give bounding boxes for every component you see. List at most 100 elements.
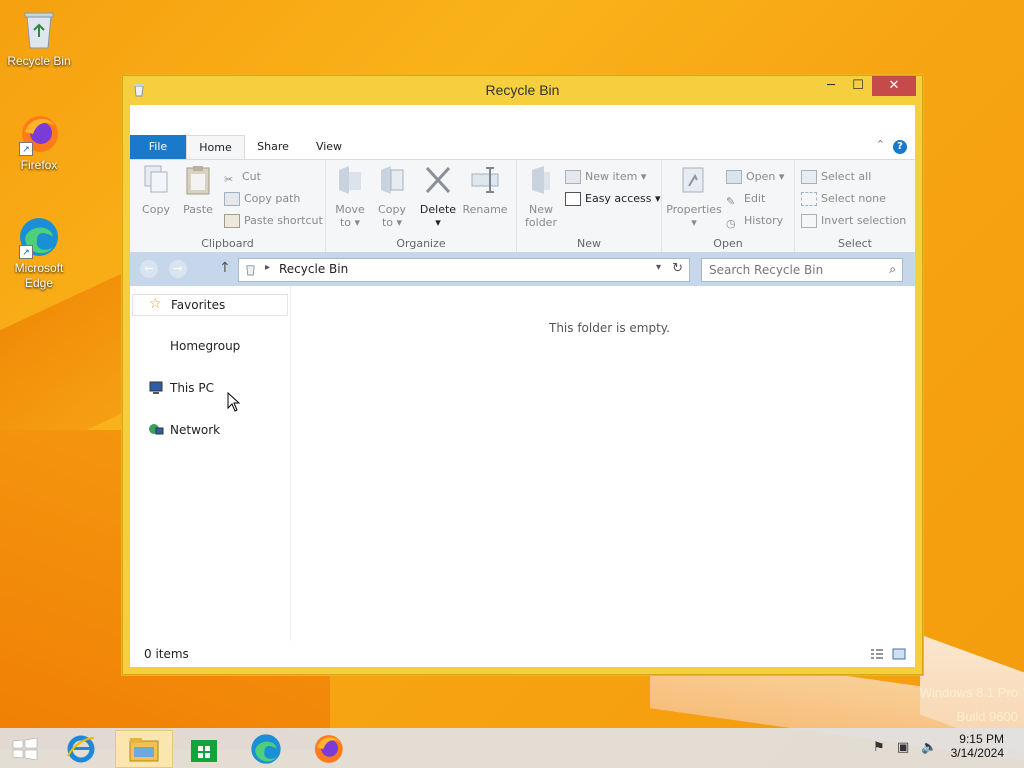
desktop-icon-recycle-bin[interactable]: Recycle Bin [1, 8, 77, 68]
internet-explorer-icon [67, 735, 95, 763]
desktop-icon-label: Firefox [20, 158, 58, 172]
copy-button[interactable]: Copy [136, 164, 176, 216]
edge-icon: ↗ [17, 215, 61, 259]
properties-icon [682, 167, 704, 193]
address-dropdown-icon[interactable]: ▾ [656, 262, 661, 273]
desktop-icon-firefox[interactable]: ↗ Firefox [1, 112, 77, 172]
paste-shortcut-icon [224, 214, 240, 228]
taskbar-edge[interactable] [239, 730, 295, 766]
forward-button[interactable]: → [169, 260, 187, 278]
copy-path-button[interactable]: Copy path [224, 190, 300, 208]
details-view-icon[interactable] [870, 648, 884, 660]
paste-button[interactable]: Paste [178, 164, 218, 216]
tab-view[interactable]: View [304, 135, 354, 159]
address-bar[interactable]: ▸ Recycle Bin ▾ ↻ [238, 258, 690, 282]
desktop-icon-edge[interactable]: ↗ Microsoft Edge [1, 215, 77, 291]
open-icon [726, 170, 742, 184]
breadcrumb[interactable]: Recycle Bin [279, 262, 348, 276]
open-button[interactable]: Open ▾ [726, 168, 784, 186]
paste-shortcut-button[interactable]: Paste shortcut [224, 212, 323, 230]
group-label-open: Open [713, 237, 743, 250]
invert-selection-icon [801, 214, 817, 228]
back-button[interactable]: ← [140, 260, 158, 278]
status-bar: 0 items [130, 641, 915, 667]
select-none-icon [801, 192, 817, 206]
properties-button[interactable]: Properties ▾ [666, 164, 722, 229]
tab-share[interactable]: Share [248, 135, 298, 159]
title-bar[interactable]: Recycle Bin ─ ☐ ✕ [123, 76, 922, 104]
nav-item-this-pc[interactable]: This PC [132, 378, 286, 398]
easy-access-button[interactable]: Easy access ▾ [565, 190, 661, 208]
firefox-icon: ↗ [17, 112, 61, 156]
close-button[interactable]: ✕ [872, 76, 916, 96]
firefox-icon [314, 735, 343, 763]
clock-time: 9:15 PM [959, 732, 1004, 746]
up-button[interactable]: ↑ [219, 260, 231, 276]
nav-item-homegroup[interactable]: Homegroup [132, 336, 286, 356]
tab-file[interactable]: File [130, 135, 186, 159]
address-bar-row: ← → ↑ ▸ Recycle Bin ▾ ↻ Search Recycle B… [130, 252, 915, 286]
group-label-clipboard: Clipboard [201, 237, 254, 250]
taskbar-file-explorer[interactable] [115, 730, 173, 768]
cut-button[interactable]: ✂ Cut [224, 168, 261, 186]
easy-access-icon [565, 192, 581, 206]
nav-item-favorites[interactable]: ☆ Favorites [132, 294, 288, 316]
action-center-flag-icon[interactable]: ⚑ [873, 740, 889, 756]
select-all-icon [801, 170, 817, 184]
recycle-bin-icon [17, 8, 61, 52]
ribbon-group-new: New folder New item ▾ Easy access ▾ New [517, 160, 662, 252]
recycle-bin-icon [246, 265, 255, 276]
rename-button[interactable]: Rename [460, 164, 510, 216]
taskbar: ⚑ ▣ 🔈 9:15 PM 3/14/2024 [0, 728, 1024, 768]
window-client: File Home Share View ⌃ ? Copy Paste ✂ Cu… [130, 105, 915, 667]
volume-muted-icon[interactable]: 🔈 [921, 740, 937, 756]
new-folder-button[interactable]: New folder [521, 164, 561, 229]
copy-path-icon [224, 192, 240, 206]
move-to-icon [339, 166, 361, 194]
breadcrumb-chevron-icon[interactable]: ▸ [265, 262, 270, 273]
search-icon[interactable]: ⌕ [889, 262, 896, 277]
move-to-button[interactable]: Move to ▾ [330, 164, 370, 229]
system-clock[interactable]: 9:15 PM 3/14/2024 [951, 732, 1004, 760]
new-item-button[interactable]: New item ▾ [565, 168, 646, 186]
network-tray-icon[interactable]: ▣ [897, 740, 913, 756]
large-icons-view-icon[interactable] [892, 648, 906, 660]
select-none-button[interactable]: Select none [801, 190, 886, 208]
copy-to-icon [381, 166, 404, 194]
maximize-button[interactable]: ☐ [843, 76, 873, 96]
edge-icon [251, 734, 281, 764]
scissors-icon: ✂ [224, 173, 234, 186]
collapse-ribbon-icon[interactable]: ⌃ [876, 138, 885, 151]
nav-item-network[interactable]: Network [132, 420, 286, 440]
refresh-icon[interactable]: ↻ [672, 261, 683, 276]
star-icon: ☆ [149, 296, 162, 312]
ribbon: Copy Paste ✂ Cut Copy path Paste shortcu… [130, 159, 915, 253]
computer-icon [149, 381, 163, 394]
taskbar-firefox[interactable] [301, 730, 357, 766]
edit-button[interactable]: ✎ Edit [726, 190, 765, 208]
edit-pencil-icon: ✎ [726, 195, 736, 208]
new-folder-icon [532, 166, 550, 194]
shortcut-arrow-icon: ↗ [19, 245, 33, 259]
start-button[interactable] [0, 730, 56, 766]
desktop-icon-label: Recycle Bin [7, 54, 71, 68]
help-icon[interactable]: ? [893, 140, 907, 154]
build-watermark: Build 9600 [956, 709, 1018, 724]
invert-selection-button[interactable]: Invert selection [801, 212, 906, 230]
copy-to-button[interactable]: Copy to ▾ [372, 164, 412, 229]
history-button[interactable]: ◷ History [726, 212, 783, 230]
search-placeholder: Search Recycle Bin [709, 263, 824, 277]
select-all-button[interactable]: Select all [801, 168, 871, 186]
group-label-new: New [577, 237, 601, 250]
group-label-organize: Organize [396, 237, 446, 250]
minimize-button[interactable]: ─ [816, 76, 846, 96]
desktop-icon-label: Microsoft Edge [14, 261, 64, 290]
taskbar-internet-explorer[interactable] [54, 730, 110, 766]
delete-button[interactable]: Delete ▾ [418, 164, 458, 229]
tab-home[interactable]: Home [186, 135, 245, 160]
group-label-select: Select [838, 237, 872, 250]
search-input[interactable]: Search Recycle Bin ⌕ [701, 258, 903, 282]
windows-watermark: Windows 8.1 Pro [919, 685, 1018, 700]
window-title: Recycle Bin [485, 82, 560, 98]
taskbar-store[interactable] [177, 730, 233, 766]
